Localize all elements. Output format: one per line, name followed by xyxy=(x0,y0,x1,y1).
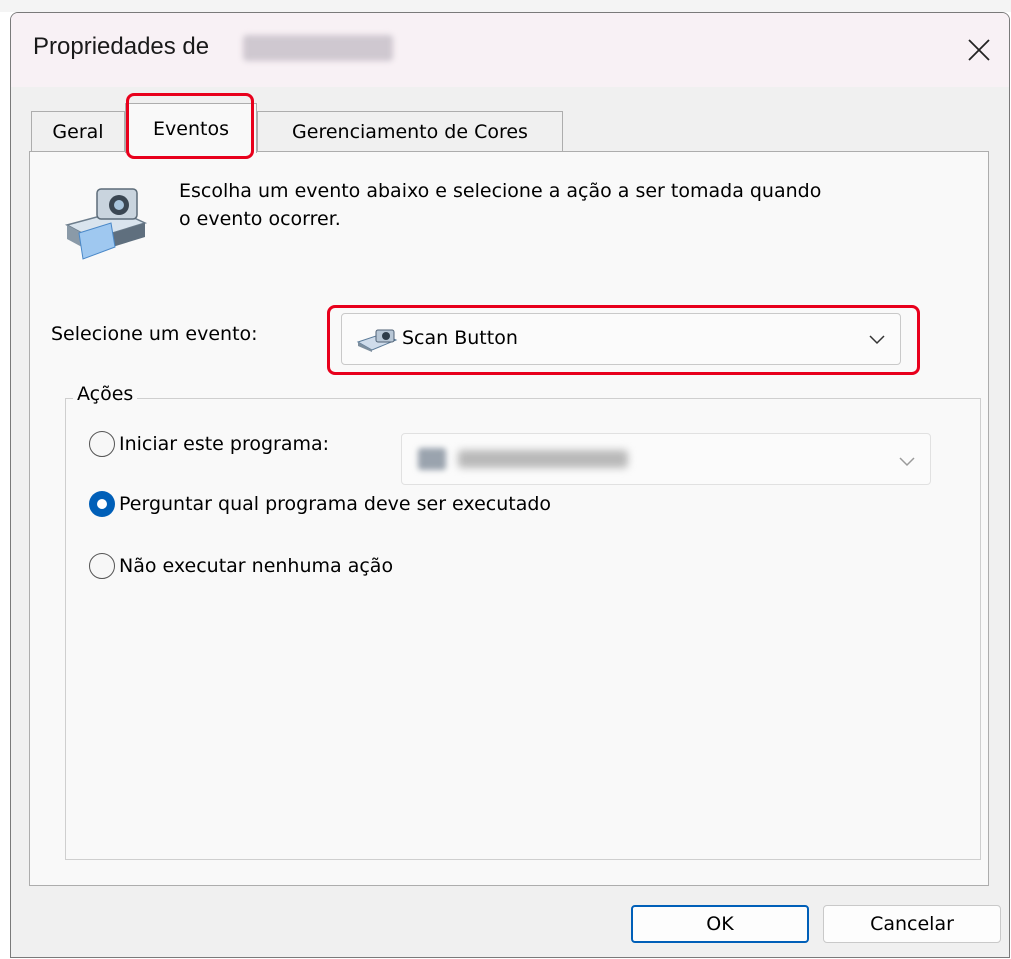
scanner-icon xyxy=(356,329,398,352)
tab-eventos-label: Eventos xyxy=(153,117,229,140)
title-bar: Propriedades de xyxy=(11,13,1009,87)
properties-dialog: Propriedades de Geral Eventos Gerenciame… xyxy=(10,12,1010,958)
device-name-redacted xyxy=(243,35,393,61)
selected-event-value: Scan Button xyxy=(402,327,518,349)
tab-gerenciamento-de-cores[interactable]: Gerenciamento de Cores xyxy=(257,111,563,151)
program-icon-redacted xyxy=(418,448,446,470)
radio-take-no-action-label: Não executar nenhuma ação xyxy=(119,555,394,577)
close-button[interactable] xyxy=(949,13,1009,87)
radio-prompt-program[interactable]: Perguntar qual programa deve ser executa… xyxy=(89,491,551,517)
select-event-label: Selecione um evento: xyxy=(51,323,258,345)
tab-cores-label: Gerenciamento de Cores xyxy=(292,120,528,143)
tab-eventos[interactable]: Eventos xyxy=(125,103,257,153)
radio-start-program[interactable]: Iniciar este programa: xyxy=(89,431,329,457)
program-select xyxy=(401,433,931,485)
program-name-redacted xyxy=(458,450,628,468)
events-description: Escolha um evento abaixo e selecione a a… xyxy=(179,180,822,230)
radio-button-checked[interactable] xyxy=(89,491,115,517)
radio-take-no-action[interactable]: Não executar nenhuma ação xyxy=(89,553,393,579)
cancel-button-label: Cancelar xyxy=(870,913,954,935)
tab-geral[interactable]: Geral xyxy=(31,111,125,151)
background-window-strip xyxy=(0,0,1011,12)
dialog-title: Propriedades de xyxy=(33,33,210,60)
chevron-down-icon xyxy=(899,457,915,467)
radio-prompt-program-label: Perguntar qual programa deve ser executa… xyxy=(119,493,552,515)
close-icon xyxy=(968,39,990,61)
event-select[interactable]: Scan Button xyxy=(341,313,901,365)
scanner-icon xyxy=(64,188,148,260)
radio-button[interactable] xyxy=(89,553,115,579)
chevron-down-icon xyxy=(869,335,885,345)
actions-group-label: Ações xyxy=(73,383,138,405)
radio-button[interactable] xyxy=(89,431,115,457)
cancel-button[interactable]: Cancelar xyxy=(823,905,1001,943)
ok-button-label: OK xyxy=(706,913,734,935)
radio-start-program-label: Iniciar este programa: xyxy=(119,433,330,455)
ok-button[interactable]: OK xyxy=(631,905,809,943)
tab-geral-label: Geral xyxy=(52,120,104,143)
